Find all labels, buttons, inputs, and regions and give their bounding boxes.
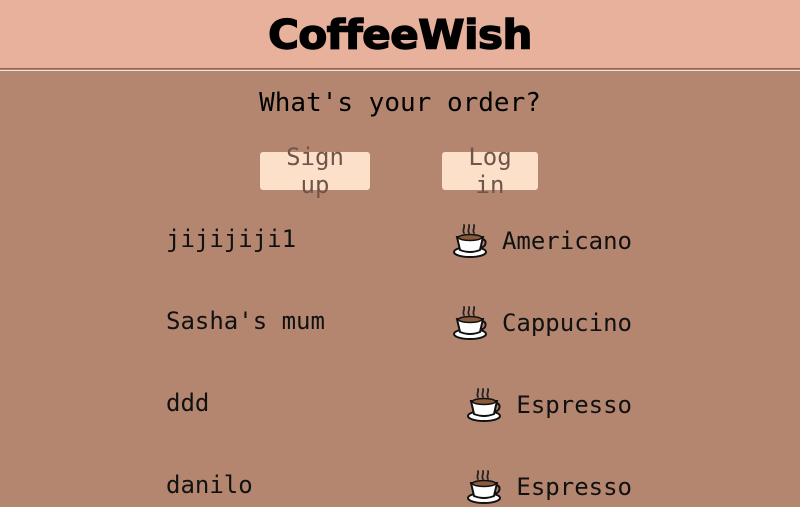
app-title: CoffeeWish	[267, 10, 533, 58]
drink-label: Espresso	[516, 473, 632, 501]
order-drink: Espresso	[466, 385, 632, 425]
order-name: Sasha's mum	[166, 307, 325, 335]
coffee-cup-icon	[452, 224, 487, 258]
order-name: jijijiji1	[166, 225, 297, 253]
order-drink: Cappucino	[452, 303, 632, 343]
coffee-cup-icon	[467, 388, 502, 422]
order-name: danilo	[166, 471, 253, 499]
order-question: What's your order?	[259, 88, 541, 118]
app-header: CoffeeWish	[0, 0, 800, 68]
coffee-cup-icon	[452, 306, 487, 340]
order-name: ddd	[166, 389, 210, 417]
drink-label: Cappucino	[501, 309, 632, 337]
order-row: danilo Espresso	[0, 465, 800, 505]
order-row: ddd Espresso	[0, 383, 800, 423]
login-button[interactable]: Log in	[442, 143, 538, 199]
order-row: jijijiji1 Americano	[0, 219, 800, 259]
order-drink: Americano	[452, 221, 632, 261]
order-drink: Espresso	[466, 467, 632, 507]
signup-button[interactable]: Sign up	[260, 143, 370, 199]
order-row: Sasha's mum Cappucino	[0, 301, 800, 341]
drink-label: Americano	[501, 227, 632, 255]
header-divider	[0, 68, 800, 73]
drink-label: Espresso	[516, 391, 632, 419]
